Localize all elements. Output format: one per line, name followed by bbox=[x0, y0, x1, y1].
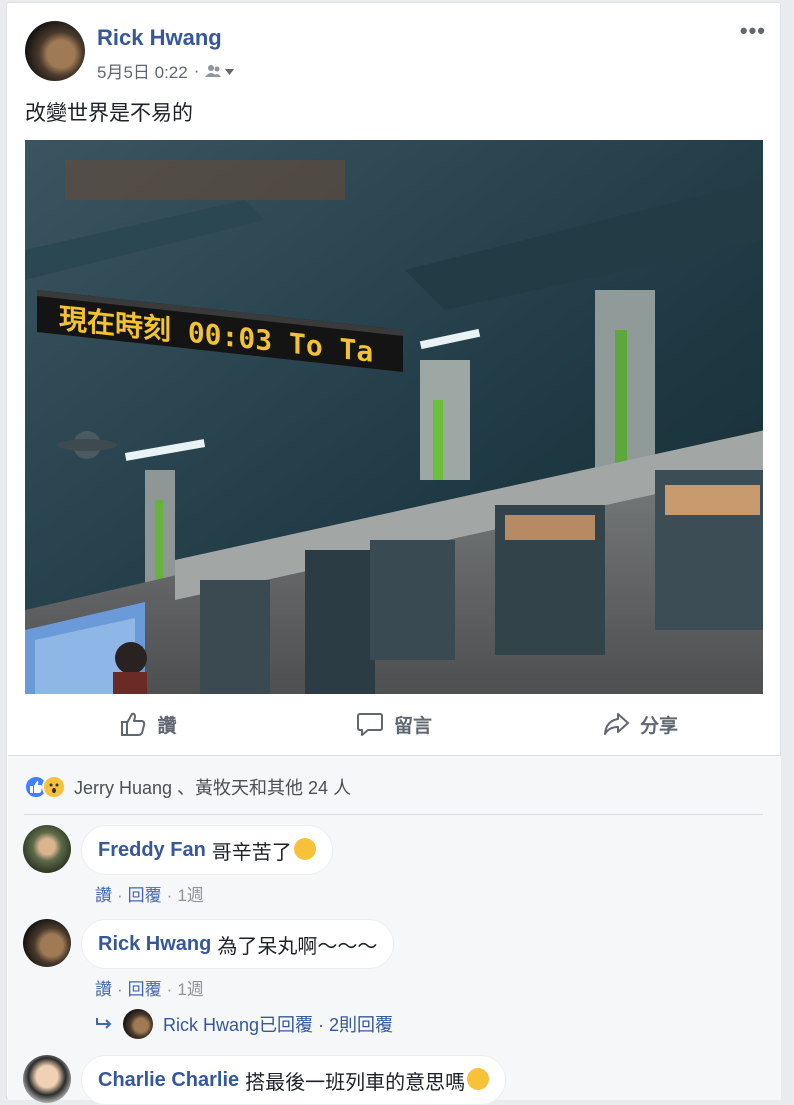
comment-text: 為了呆丸啊～～～ bbox=[217, 935, 378, 958]
friends-icon[interactable] bbox=[205, 64, 235, 78]
divider bbox=[24, 814, 763, 815]
post-meta: 5月5日 0:22 · bbox=[97, 58, 235, 83]
comment-reply-link[interactable]: 回覆 bbox=[128, 980, 162, 999]
reply-arrow-icon bbox=[96, 1018, 112, 1029]
reactions-summary[interactable]: Jerry Huang 、黃牧天和其他 24 人 bbox=[24, 774, 351, 800]
comment-bubble: Charlie Charlie 搭最後一班列車的意思嗎 bbox=[81, 1055, 507, 1105]
comment-time[interactable]: 1週 bbox=[177, 886, 203, 905]
comment-reply-link[interactable]: 回覆 bbox=[128, 886, 162, 905]
comment-bubble: Rick Hwang 為了呆丸啊～～～ bbox=[81, 919, 395, 969]
comment-label: 留言 bbox=[393, 715, 432, 737]
like-button[interactable]: 讚 bbox=[25, 703, 271, 745]
comment-time[interactable]: 1週 bbox=[177, 980, 203, 999]
author-avatar[interactable] bbox=[25, 21, 85, 81]
post-actions: 讚 留言 分享 bbox=[25, 703, 763, 745]
commenter-name[interactable]: Rick Hwang bbox=[98, 933, 211, 956]
replies-text[interactable]: Rick Hwang已回覆 · 2則回覆 bbox=[163, 1011, 393, 1037]
thumbs-up-icon bbox=[121, 712, 146, 736]
post-card: Rick Hwang 5月5日 0:22 · ••• 改變世界是不易的 現在時刻… bbox=[6, 2, 781, 1105]
commenter-name[interactable]: Freddy Fan bbox=[98, 839, 206, 862]
comment-like-link[interactable]: 讚 bbox=[95, 886, 112, 905]
post-photo[interactable]: 現在時刻 00:03 To Ta bbox=[25, 140, 763, 694]
comment-icon bbox=[356, 713, 383, 736]
reactions-text[interactable]: Jerry Huang 、黃牧天和其他 24 人 bbox=[74, 774, 351, 800]
grin-emoji bbox=[467, 1068, 490, 1090]
more-options-button[interactable]: ••• bbox=[740, 20, 766, 42]
like-label: 讚 bbox=[157, 715, 177, 737]
commenter-avatar[interactable] bbox=[23, 919, 71, 967]
comment-actions: 讚 · 回覆 · 1週 bbox=[95, 980, 204, 999]
meta-separator: · bbox=[193, 60, 200, 80]
sleepy-emoji bbox=[293, 838, 316, 860]
comment-text: 搭最後一班列車的意思嗎 bbox=[245, 1071, 466, 1094]
comment-bubble: Freddy Fan 哥辛苦了 bbox=[81, 825, 333, 875]
share-button[interactable]: 分享 bbox=[517, 703, 763, 745]
reply-avatar bbox=[123, 1009, 153, 1039]
post-timestamp[interactable]: 5月5日 0:22 bbox=[97, 58, 188, 83]
author-name[interactable]: Rick Hwang bbox=[97, 25, 222, 51]
comment-actions: 讚 · 回覆 · 1週 bbox=[95, 886, 204, 905]
wow-icon bbox=[42, 775, 66, 799]
replies-summary[interactable]: Rick Hwang已回覆 · 2則回覆 bbox=[95, 1009, 393, 1039]
share-icon bbox=[603, 713, 629, 735]
share-label: 分享 bbox=[639, 715, 678, 737]
commenter-name[interactable]: Charlie Charlie bbox=[98, 1069, 239, 1092]
commenter-avatar[interactable] bbox=[23, 1055, 71, 1103]
comment-like-link[interactable]: 讚 bbox=[95, 980, 112, 999]
post-text: 改變世界是不易的 bbox=[25, 102, 193, 125]
comment-button[interactable]: 留言 bbox=[271, 703, 517, 745]
commenter-avatar[interactable] bbox=[23, 825, 71, 873]
comment-text: 哥辛苦了 bbox=[211, 841, 292, 864]
